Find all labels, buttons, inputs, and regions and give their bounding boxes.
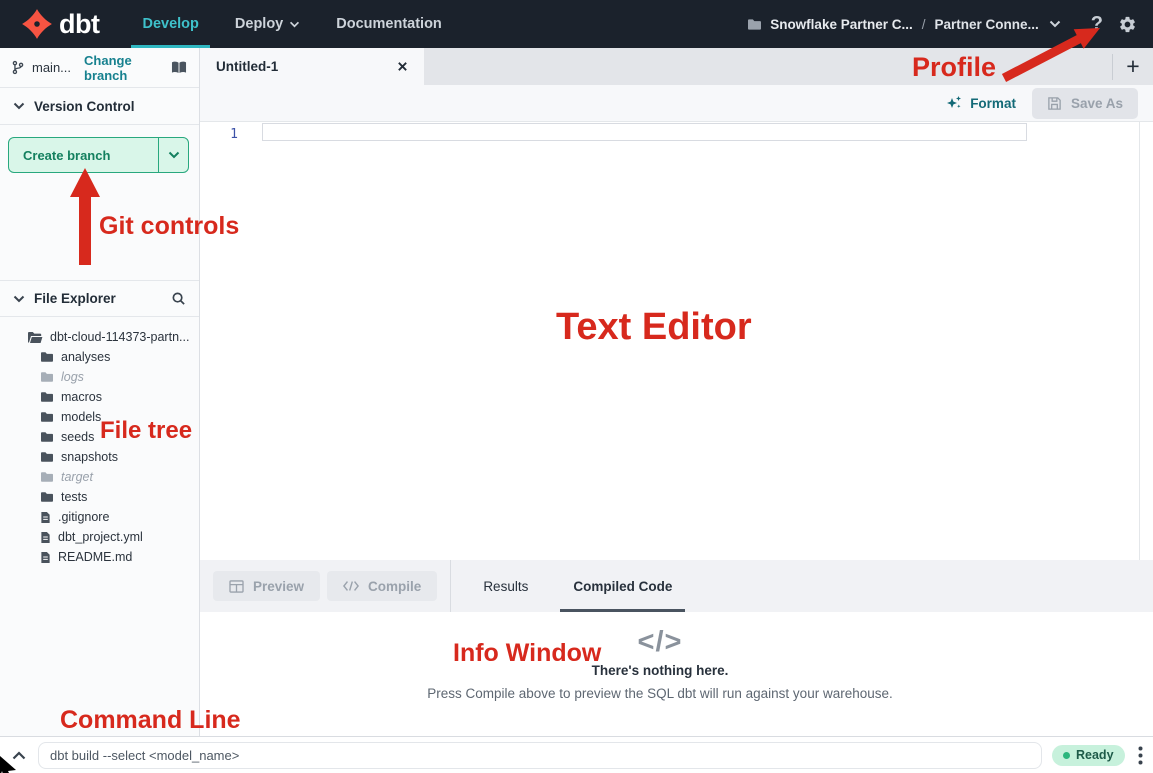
results-panel-header: Preview Compile Results Compiled Code [200, 560, 1153, 612]
folder-icon [40, 351, 54, 363]
folder-icon [40, 471, 54, 483]
git-branch-icon [11, 60, 25, 75]
format-button[interactable]: Format [946, 95, 1016, 111]
folder-icon [40, 411, 54, 423]
compile-button[interactable]: Compile [327, 571, 437, 601]
nav-documentation[interactable]: Documentation [325, 0, 453, 48]
status-badge: Ready [1052, 745, 1125, 766]
file-tree-item[interactable]: .gitignore [0, 507, 199, 527]
info-window: </> There's nothing here. Press Compile … [200, 612, 1120, 736]
folder-icon [40, 451, 54, 463]
help-icon[interactable]: ? [1091, 13, 1103, 36]
sidebar: main... Change branch Version Control Cr… [0, 48, 200, 736]
tab-results[interactable]: Results [470, 560, 541, 612]
code-icon: </> [638, 626, 683, 659]
empty-state-subtitle: Press Compile above to preview the SQL d… [427, 686, 893, 701]
gear-icon[interactable] [1118, 15, 1137, 34]
breadcrumb-project[interactable]: Partner Conne... [935, 17, 1039, 32]
navbar-right: Snowflake Partner C... / Partner Conne..… [747, 13, 1137, 36]
tab-untitled-1[interactable]: Untitled-1 [200, 48, 424, 85]
tabbar-right: + [1112, 48, 1153, 85]
dbt-cloud-ide: dbt Develop Deploy Documentation Snowfla… [0, 0, 1153, 773]
main-nav: Develop Deploy Documentation [117, 0, 452, 48]
folder-icon [40, 491, 54, 503]
chevron-down-icon[interactable] [13, 102, 25, 110]
status-dot [1063, 752, 1070, 759]
editor-active-line[interactable] [262, 123, 1027, 141]
code-icon [343, 580, 359, 592]
table-icon [229, 580, 244, 593]
file-tree-item[interactable]: README.md [0, 547, 199, 567]
file-explorer-title: File Explorer [34, 291, 116, 306]
top-navbar: dbt Develop Deploy Documentation Snowfla… [0, 0, 1153, 48]
file-tree-item[interactable]: seeds [0, 427, 199, 447]
current-branch-name: main... [32, 60, 71, 75]
chevron-down-icon [289, 21, 300, 28]
folder-icon [40, 371, 54, 383]
file-tree: dbt-cloud-114373-partn... analyses logs … [0, 327, 199, 567]
create-branch-button[interactable]: Create branch [8, 137, 189, 173]
dbt-logo-text: dbt [59, 9, 99, 40]
file-tree-item-root[interactable]: dbt-cloud-114373-partn... [0, 327, 199, 347]
breadcrumb-account[interactable]: Snowflake Partner C... [770, 17, 913, 32]
sparkle-icon [946, 95, 962, 111]
command-placeholder: dbt build --select <model_name> [50, 748, 239, 763]
file-tree-item[interactable]: models [0, 407, 199, 427]
empty-state-title: There's nothing here. [592, 663, 729, 678]
file-icon [40, 531, 51, 544]
breadcrumb-separator: / [922, 17, 926, 32]
close-icon[interactable] [397, 61, 408, 72]
status-label: Ready [1076, 748, 1114, 762]
version-control-header[interactable]: Version Control [0, 88, 199, 125]
file-icon [40, 511, 51, 524]
nav-deploy[interactable]: Deploy [224, 0, 311, 48]
create-branch-dropdown[interactable] [159, 138, 188, 172]
format-label: Format [970, 96, 1016, 111]
file-tree-item[interactable]: analyses [0, 347, 199, 367]
save-icon [1047, 96, 1062, 111]
docs-book-icon[interactable] [170, 60, 188, 75]
save-as-label: Save As [1071, 96, 1123, 111]
chevron-up-icon[interactable] [0, 751, 38, 760]
file-explorer-header[interactable]: File Explorer [0, 280, 199, 317]
code-editor[interactable]: 1 [200, 122, 1153, 560]
file-tree-item[interactable]: logs [0, 367, 199, 387]
folder-open-icon [27, 331, 43, 344]
command-bar: dbt build --select <model_name> Ready [0, 736, 1153, 773]
new-tab-button[interactable]: + [1113, 48, 1153, 85]
preview-button[interactable]: Preview [213, 571, 320, 601]
nav-develop[interactable]: Develop [131, 0, 209, 48]
file-icon [40, 551, 51, 564]
folder-icon [40, 431, 54, 443]
create-branch-label[interactable]: Create branch [9, 138, 159, 172]
branch-row: main... Change branch [0, 48, 199, 88]
file-tree-item[interactable]: dbt_project.yml [0, 527, 199, 547]
editor-scrollbar-track [1139, 122, 1140, 560]
file-tree-item[interactable]: tests [0, 487, 199, 507]
file-tree-item[interactable]: macros [0, 387, 199, 407]
chevron-down-icon[interactable] [1049, 20, 1061, 28]
preview-label: Preview [253, 579, 304, 594]
change-branch-link[interactable]: Change branch [84, 53, 163, 83]
editor-toolbar: Format Save As [200, 85, 1153, 122]
search-icon[interactable] [171, 291, 186, 306]
save-as-button[interactable]: Save As [1032, 88, 1138, 119]
tab-compiled-code[interactable]: Compiled Code [560, 560, 685, 612]
command-input[interactable]: dbt build --select <model_name> [38, 742, 1042, 769]
panel-divider [450, 560, 451, 612]
chevron-down-icon[interactable] [13, 295, 25, 303]
kebab-menu-icon[interactable] [1138, 746, 1143, 765]
editor-tab-bar: Untitled-1 + [200, 48, 1153, 85]
dbt-logo[interactable]: dbt [20, 7, 99, 41]
folder-icon [747, 18, 762, 31]
compile-label: Compile [368, 579, 421, 594]
line-number: 1 [222, 127, 238, 142]
dbt-logo-icon [20, 7, 54, 41]
tab-title: Untitled-1 [216, 59, 278, 74]
folder-icon [40, 391, 54, 403]
file-tree-item[interactable]: snapshots [0, 447, 199, 467]
version-control-title: Version Control [34, 99, 135, 114]
file-tree-item[interactable]: target [0, 467, 199, 487]
